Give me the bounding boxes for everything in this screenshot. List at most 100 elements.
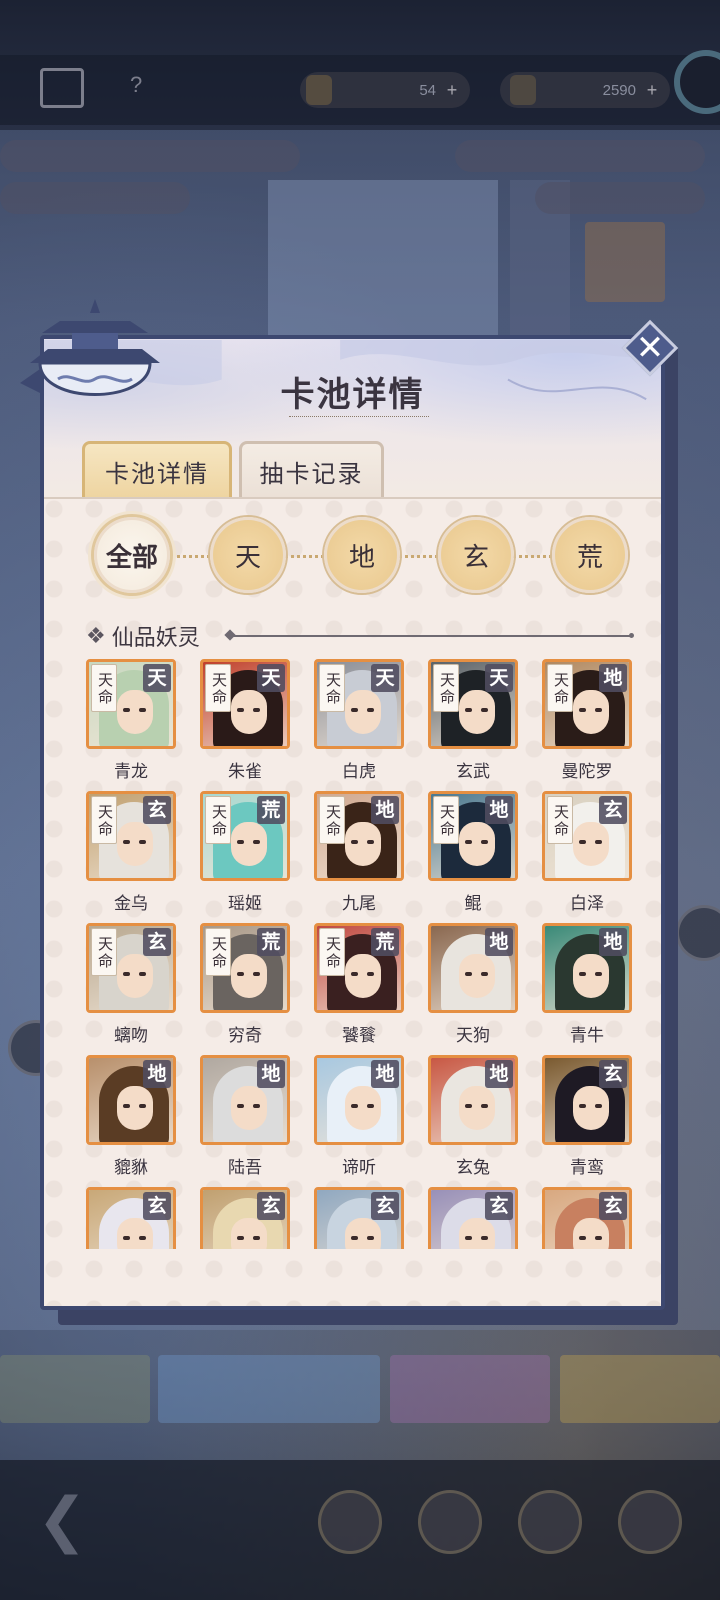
tier-badge: 玄: [143, 1192, 171, 1220]
tier-badge: 天: [485, 664, 513, 692]
portrait-eye: [139, 840, 146, 844]
portrait-eye: [139, 708, 146, 712]
portrait-eye: [139, 972, 146, 976]
tier-badge: 地: [371, 796, 399, 824]
card-frame: 地: [428, 923, 518, 1013]
destiny-tag: 天命: [433, 664, 459, 712]
portrait-face: [231, 1086, 267, 1130]
currency-counter-1: 54 +: [300, 72, 470, 108]
portrait-eye: [595, 1104, 602, 1108]
card-frame: 玄: [86, 1187, 176, 1249]
portrait-face: [459, 1218, 495, 1249]
portrait-face: [573, 690, 609, 734]
filter-xuan[interactable]: 玄: [438, 517, 514, 593]
portrait-eye: [481, 972, 488, 976]
portrait-eye: [123, 840, 130, 844]
background-banner: [390, 1355, 550, 1423]
portrait-eye: [253, 1236, 260, 1240]
portrait-eye: [237, 840, 244, 844]
spirit-name: 鲲: [464, 894, 482, 914]
portrait-face: [573, 822, 609, 866]
currency-counter-2: 2590 +: [500, 72, 670, 108]
portrait-eye: [595, 972, 602, 976]
portrait-face: [117, 954, 153, 998]
card-frame: 荒天命: [200, 923, 290, 1013]
card-frame: 玄天命: [86, 791, 176, 881]
card-frame: 天天命: [428, 659, 518, 749]
card-frame: 地: [314, 1055, 404, 1145]
destiny-tag: 天命: [205, 664, 231, 712]
destiny-tag: 天命: [205, 928, 231, 976]
portrait-face: [117, 690, 153, 734]
background-thumbnail: [585, 222, 665, 302]
portrait-eye: [351, 1104, 358, 1108]
portrait-face: [231, 1218, 267, 1249]
card-frame: 地天命: [428, 791, 518, 881]
bottom-nav-button: [518, 1490, 582, 1554]
home-icon: [40, 68, 84, 108]
portrait-eye: [595, 708, 602, 712]
portrait-face: [459, 822, 495, 866]
portrait-eye: [237, 1104, 244, 1108]
diamond-ornament-icon: ❖: [86, 623, 106, 649]
filter-di[interactable]: 地: [324, 517, 400, 593]
portrait-eye: [481, 840, 488, 844]
portrait-face: [459, 1086, 495, 1130]
tier-badge: 地: [599, 928, 627, 956]
filter-huang[interactable]: 荒: [552, 517, 628, 593]
bottom-nav-button: [418, 1490, 482, 1554]
destiny-tag: 天命: [433, 796, 459, 844]
portrait-eye: [351, 972, 358, 976]
tier-badge: 地: [143, 1060, 171, 1088]
background-banner: [0, 1355, 150, 1423]
close-button[interactable]: ✕: [621, 319, 679, 377]
card-frame: 天天命: [314, 659, 404, 749]
portrait-eye: [237, 1236, 244, 1240]
destiny-tag: 天命: [91, 664, 117, 712]
portrait-eye: [123, 1236, 130, 1240]
tier-badge: 玄: [143, 796, 171, 824]
bottom-nav-button: [318, 1490, 382, 1554]
tier-badge: 玄: [143, 928, 171, 956]
pagoda-emblem-icon: [20, 299, 160, 396]
portrait-face: [573, 1086, 609, 1130]
portrait-eye: [579, 708, 586, 712]
card-frame: 地天命: [314, 791, 404, 881]
portrait-eye: [595, 840, 602, 844]
spirit-name: 陆吾: [228, 1158, 262, 1178]
spirit-card-grid: 天天命 青龙天天命 朱雀天天命 白虎天天命 玄武地天命 曼陀罗玄天命 金乌荒天命 瑶姬地天命九…: [86, 659, 646, 1249]
tier-badge: 天: [257, 664, 285, 692]
tier-badge: 地: [485, 928, 513, 956]
portrait-eye: [465, 708, 472, 712]
tier-badge: 玄: [599, 1060, 627, 1088]
portrait-eye: [253, 1104, 260, 1108]
portrait-eye: [351, 1236, 358, 1240]
background-banner: [158, 1355, 380, 1423]
card-frame: 玄: [542, 1187, 632, 1249]
portrait-face: [231, 690, 267, 734]
portrait-face: [231, 822, 267, 866]
portrait-eye: [595, 1236, 602, 1240]
filter-all[interactable]: 全部: [94, 517, 170, 593]
background-pill: [0, 182, 190, 214]
portrait-eye: [237, 708, 244, 712]
spirit-name: 玄兔: [456, 1158, 490, 1178]
tab-draw-history[interactable]: 抽卡记录: [239, 441, 384, 499]
background-pill: [455, 140, 705, 172]
filter-tian[interactable]: 天: [210, 517, 286, 593]
tier-badge: 地: [257, 1060, 285, 1088]
spirit-name: 天狗: [456, 1026, 490, 1046]
portrait-eye: [237, 972, 244, 976]
spirit-name: 金乌: [114, 894, 148, 914]
destiny-tag: 天命: [319, 928, 345, 976]
portrait-face: [345, 1218, 381, 1249]
card-frame: 地: [200, 1055, 290, 1145]
spirit-name: 瑶姬: [228, 894, 262, 914]
spirit-name: 青龙: [114, 762, 148, 782]
portrait-face: [231, 954, 267, 998]
close-x-icon: ✕: [635, 328, 665, 368]
portrait-eye: [481, 708, 488, 712]
portrait-eye: [351, 840, 358, 844]
portrait-eye: [465, 1236, 472, 1240]
tab-card-pool-details[interactable]: 卡池详情: [82, 441, 232, 499]
